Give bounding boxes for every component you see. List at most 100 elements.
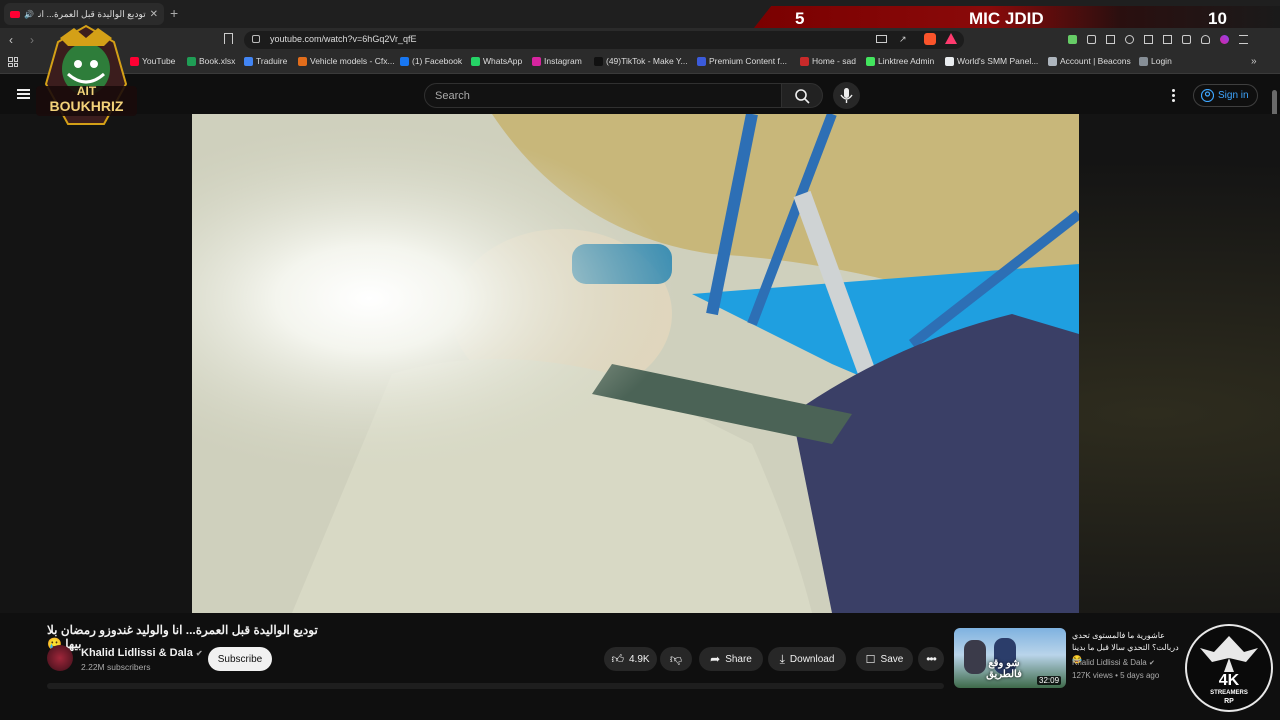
logo-right-line3: RP bbox=[1224, 698, 1234, 705]
close-tab-icon[interactable]: ✕ bbox=[150, 9, 158, 20]
channel-name[interactable]: Khalid Lidlissi & Dala ✔ bbox=[81, 647, 203, 659]
browser-tab[interactable]: 🔊 توديع الواليدة قبل العمرة... انا و ✕ bbox=[4, 3, 164, 25]
bookmark-label: Home - sad bbox=[812, 56, 856, 66]
vpn-icon[interactable] bbox=[1201, 35, 1210, 44]
bookmark-item[interactable]: Instagram bbox=[532, 56, 582, 66]
bookmark-label: WhatsApp bbox=[483, 56, 523, 66]
brave-shield-icon[interactable] bbox=[924, 33, 936, 45]
extensions-bar bbox=[1068, 35, 1268, 45]
more-actions-button[interactable]: ••• bbox=[918, 647, 944, 671]
voice-search-button[interactable] bbox=[833, 82, 860, 109]
bookmark-label: Instagram bbox=[544, 56, 582, 66]
description-box[interactable] bbox=[47, 683, 944, 689]
score-left: 5 bbox=[795, 9, 805, 28]
bookmark-favicon-icon bbox=[945, 56, 954, 66]
like-button[interactable]: 👍︎ 4.9K bbox=[604, 647, 657, 671]
like-count: 4.9K bbox=[628, 653, 650, 665]
recommended-channel-label: Khalid Lidlissi & Dala bbox=[1072, 658, 1147, 667]
hamburger-menu-icon[interactable] bbox=[17, 89, 30, 99]
menu-icon[interactable] bbox=[1239, 35, 1248, 44]
thumbs-up-icon: 👍︎ bbox=[611, 651, 624, 666]
video-player[interactable] bbox=[192, 114, 1079, 613]
microphone-icon bbox=[840, 88, 853, 103]
bookmark-label: Linktree Admin bbox=[878, 56, 935, 66]
recommended-video-meta: 127K views • 5 days ago bbox=[1072, 671, 1160, 680]
speaker-icon[interactable]: 🔊 bbox=[24, 10, 34, 19]
cast-icon[interactable] bbox=[876, 35, 887, 43]
settings-kebab-icon[interactable] bbox=[1172, 89, 1175, 102]
bookmark-label: Vehicle models - Cfx... bbox=[310, 56, 395, 66]
bookmark-favicon-icon bbox=[594, 56, 603, 66]
back-icon[interactable]: ‹ bbox=[9, 33, 13, 47]
video-frame bbox=[192, 114, 1079, 613]
bookmark-item[interactable]: Login bbox=[1139, 56, 1172, 66]
share-page-icon[interactable]: ↗ bbox=[899, 34, 907, 45]
apps-grid-icon[interactable] bbox=[8, 57, 18, 67]
account-icon bbox=[1201, 89, 1214, 102]
brave-rewards-icon[interactable] bbox=[945, 33, 957, 44]
puzzle-icon[interactable] bbox=[1087, 35, 1096, 44]
bookmark-favicon-icon bbox=[1048, 56, 1057, 66]
music-icon[interactable] bbox=[1125, 35, 1134, 44]
save-button[interactable]: ☐ Save bbox=[856, 647, 913, 671]
share-button[interactable]: ➦ Share bbox=[699, 647, 763, 671]
bookmark-icon: ☐ bbox=[865, 653, 876, 666]
download-button[interactable]: ⤓ Download bbox=[768, 647, 846, 671]
bookmark-item[interactable]: (1) Facebook bbox=[400, 56, 462, 66]
sign-in-label: Sign in bbox=[1218, 90, 1249, 101]
bookmark-item[interactable]: Linktree Admin bbox=[866, 56, 934, 66]
dislike-button[interactable]: 👎︎ bbox=[660, 647, 692, 671]
share-label: Share bbox=[725, 653, 752, 665]
download-label: Download bbox=[789, 653, 835, 665]
bookmark-favicon-icon bbox=[800, 56, 809, 66]
bookmark-label: World's SMM Panel... bbox=[957, 56, 1039, 66]
site-info-icon[interactable] bbox=[252, 35, 260, 43]
sign-in-button[interactable]: Sign in bbox=[1193, 84, 1258, 107]
bookmark-label: Book.xlsx bbox=[199, 56, 236, 66]
search-icon bbox=[795, 89, 810, 104]
more-horizontal-icon: ••• bbox=[926, 652, 937, 666]
bookmark-item[interactable]: Home - sad bbox=[800, 56, 856, 66]
bookmark-item[interactable]: Traduire bbox=[244, 56, 287, 66]
wallet-icon[interactable] bbox=[1163, 35, 1172, 44]
recommended-channel-name[interactable]: Khalid Lidlissi & Dala ✔ bbox=[1072, 658, 1155, 667]
bookmark-favicon-icon bbox=[400, 56, 409, 66]
leo-icon[interactable] bbox=[1182, 35, 1191, 44]
bookmark-favicon-icon bbox=[471, 56, 480, 66]
new-tab-button[interactable]: + bbox=[170, 5, 178, 21]
streamer-logo-right: 4K STREAMERS RP bbox=[1184, 622, 1274, 714]
bookmark-item[interactable]: Premium Content f... bbox=[697, 56, 787, 66]
bookmark-item[interactable]: World's SMM Panel... bbox=[945, 56, 1038, 66]
bookmark-item[interactable]: Vehicle models - Cfx... bbox=[298, 56, 395, 66]
bookmark-label: YouTube bbox=[142, 56, 176, 66]
video-duration: 32:09 bbox=[1037, 676, 1062, 685]
search-input[interactable]: Search bbox=[424, 83, 782, 108]
bookmark-favicon-icon bbox=[697, 56, 706, 66]
sidebar-icon[interactable] bbox=[1144, 35, 1153, 44]
extension-icon[interactable] bbox=[1068, 35, 1077, 44]
bookmark-favicon-icon bbox=[532, 56, 541, 66]
bookmark-item[interactable]: Book.xlsx bbox=[187, 56, 235, 66]
team-name: MIC JDID bbox=[969, 9, 1044, 28]
logo-right-line1: 4K bbox=[1218, 672, 1240, 689]
thumbnail-text: شو وقع فالطريق bbox=[986, 658, 1022, 680]
bookmark-page-icon[interactable] bbox=[224, 33, 233, 44]
bookmark-label: Account | Beacons bbox=[1060, 56, 1131, 66]
bookmark-item[interactable]: (49)TikTok - Make Y... bbox=[594, 56, 688, 66]
bookmark-label: Traduire bbox=[256, 56, 288, 66]
screenshot-icon[interactable] bbox=[1106, 35, 1115, 44]
bookmark-item[interactable]: Account | Beacons bbox=[1048, 56, 1131, 66]
verified-icon: ✔ bbox=[1148, 660, 1155, 667]
bookmark-favicon-icon bbox=[298, 56, 307, 66]
channel-avatar[interactable] bbox=[47, 645, 73, 671]
profile-icon[interactable] bbox=[1220, 35, 1229, 44]
url-text[interactable]: youtube.com/watch?v=6hGq2Vr_qfE bbox=[270, 34, 417, 44]
logo-right-line2: STREAMERS bbox=[1210, 690, 1248, 696]
subscribe-button[interactable]: Subscribe bbox=[208, 647, 272, 671]
youtube-favicon-icon bbox=[10, 10, 20, 18]
bookmark-item[interactable]: WhatsApp bbox=[471, 56, 522, 66]
thumbs-down-icon: 👎︎ bbox=[669, 651, 683, 666]
logo-left-line2: BOUKHRIZ bbox=[49, 98, 124, 114]
more-bookmarks-icon[interactable]: » bbox=[1251, 56, 1257, 67]
search-button[interactable] bbox=[781, 83, 823, 108]
